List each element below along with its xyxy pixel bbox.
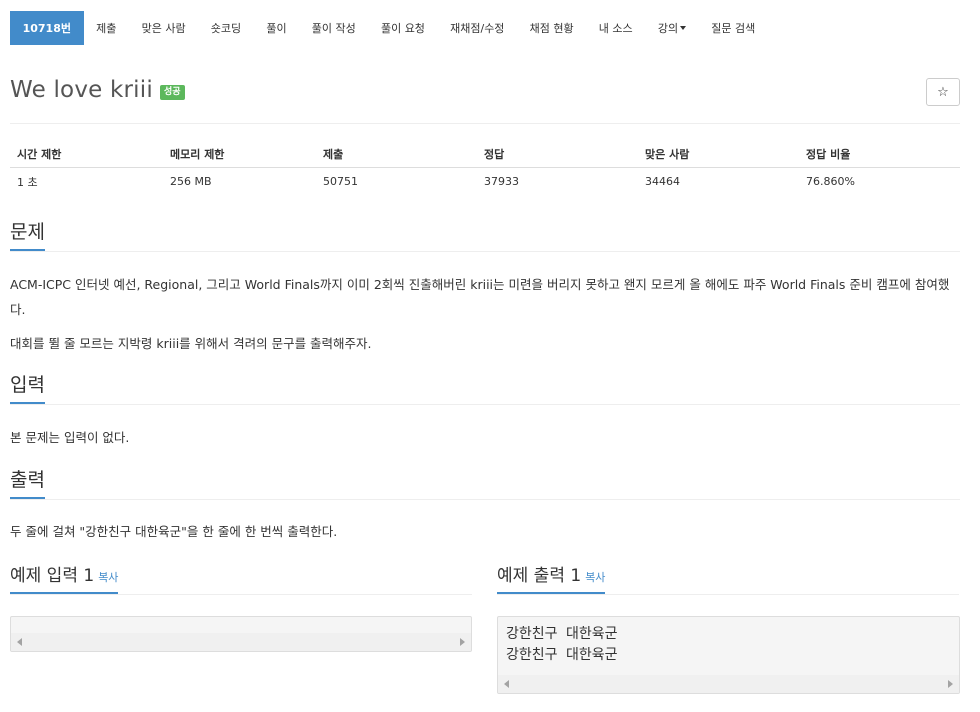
- section-input-header: 입력: [10, 374, 960, 405]
- copy-sample-input-link[interactable]: 복사: [98, 571, 118, 584]
- nav-tab-question-search-label: 질문 검색: [711, 22, 756, 35]
- title-divider: [10, 123, 960, 124]
- header-accepted: 정답: [477, 142, 638, 168]
- nav-tab-question-search[interactable]: 질문 검색: [699, 11, 768, 45]
- nav-tab-my-source-label: 내 소스: [598, 22, 633, 35]
- sample-input-title: 예제 입력 1 복사: [10, 566, 119, 595]
- cell-accepted-users: 34464: [645, 175, 680, 189]
- header-memory-limit: 메모리 제한: [163, 142, 316, 168]
- description-paragraph-1: ACM-ICPC 인터넷 예선, Regional, 그리고 World Fin…: [10, 277, 950, 317]
- nav-tab-lectures-dropdown[interactable]: 강의: [645, 11, 698, 45]
- sample-output-header: 예제 출력 1 복사: [497, 566, 959, 596]
- section-output-title: 출력: [10, 469, 45, 499]
- nav-tab-my-source[interactable]: 내 소스: [586, 11, 645, 45]
- nav-tab-accepted-users-label: 맞은 사람: [141, 22, 186, 35]
- scroll-right-arrow-icon[interactable]: [460, 638, 465, 646]
- nav-tab-problem-label: 10718번: [22, 22, 71, 35]
- sample-output-content: 강한친구 대한육군 강한친구 대한육군: [506, 626, 618, 663]
- scroll-right-arrow-icon[interactable]: [948, 680, 953, 688]
- nav-tab-solutions[interactable]: 풀이: [254, 11, 299, 45]
- sample-input-box[interactable]: [10, 616, 472, 652]
- section-input-title: 입력: [10, 374, 45, 404]
- section-divider: [497, 594, 959, 596]
- sample-output-box[interactable]: 강한친구 대한육군 강한친구 대한육군: [497, 616, 960, 694]
- problem-title-row: We love kriii 성공: [10, 77, 185, 103]
- section-divider: [10, 403, 960, 405]
- section-description-title: 문제: [10, 221, 45, 251]
- nav-tab-write-solution-label: 풀이 작성: [311, 22, 356, 35]
- nav-tab-rejudge-label: 재채점/수정: [450, 22, 505, 35]
- scroll-left-arrow-icon[interactable]: [17, 638, 22, 646]
- sample-input-header: 예제 입력 1 복사: [10, 566, 472, 596]
- cell-accepted: 37933: [484, 175, 519, 189]
- problem-nav: 10718번 제출 맞은 사람 숏코딩 풀이 풀이 작성 풀이 요청 재채점/수…: [10, 11, 768, 45]
- nav-tab-short-coding[interactable]: 숏코딩: [198, 11, 254, 45]
- nav-tab-submit[interactable]: 제출: [84, 11, 129, 45]
- section-divider: [10, 498, 960, 500]
- nav-tab-rejudge[interactable]: 재채점/수정: [438, 11, 518, 45]
- nav-tab-solutions-label: 풀이: [266, 22, 287, 35]
- input-description: 본 문제는 입력이 없다.: [10, 430, 130, 445]
- nav-tab-write-solution[interactable]: 풀이 작성: [299, 11, 368, 45]
- nav-tab-request-solution[interactable]: 풀이 요청: [368, 11, 437, 45]
- favorite-button[interactable]: ☆: [926, 78, 960, 106]
- cell-memory-limit: 256 MB: [170, 175, 212, 189]
- nav-tab-problem[interactable]: 10718번: [10, 11, 84, 45]
- header-accepted-users: 맞은 사람: [638, 142, 799, 168]
- section-divider: [10, 250, 960, 252]
- section-divider: [10, 594, 472, 596]
- status-badge: 성공: [159, 85, 185, 100]
- cell-accept-ratio: 76.860%: [806, 175, 855, 189]
- star-outline-icon: ☆: [937, 84, 949, 100]
- sample-input-content: [11, 617, 471, 624]
- header-submissions: 제출: [316, 142, 477, 168]
- header-time-limit: 시간 제한: [10, 142, 163, 168]
- table-header-row: 시간 제한 메모리 제한 제출 정답 맞은 사람 정답 비율: [10, 142, 960, 168]
- horizontal-scrollbar[interactable]: [498, 675, 959, 693]
- description-paragraph-2: 대회를 뛸 줄 모르는 지박령 kriii를 위해서 격려의 문구를 출력해주자…: [10, 336, 372, 351]
- nav-tab-status-label: 채점 현황: [529, 22, 574, 35]
- cell-time-limit: 1 초: [17, 175, 38, 189]
- nav-tab-lectures-label: 강의: [657, 22, 679, 35]
- nav-tab-submit-label: 제출: [96, 22, 117, 35]
- caret-down-icon: [680, 26, 687, 30]
- header-accept-ratio: 정답 비율: [799, 142, 960, 168]
- sample-output-title-text: 예제 출력 1: [497, 566, 582, 586]
- nav-tab-status[interactable]: 채점 현황: [517, 11, 586, 45]
- problem-title: We love kriii: [10, 77, 153, 103]
- sample-input-title-text: 예제 입력 1: [10, 566, 95, 586]
- copy-sample-output-link[interactable]: 복사: [585, 571, 605, 584]
- nav-tab-short-coding-label: 숏코딩: [210, 22, 242, 35]
- section-output-header: 출력: [10, 469, 960, 500]
- nav-tab-request-solution-label: 풀이 요청: [380, 22, 425, 35]
- scroll-left-arrow-icon[interactable]: [504, 680, 509, 688]
- cell-submissions: 50751: [323, 175, 358, 189]
- sample-output-title: 예제 출력 1 복사: [497, 566, 606, 595]
- problem-info-table: 시간 제한 메모리 제한 제출 정답 맞은 사람 정답 비율 1 초 256 M…: [10, 142, 960, 196]
- nav-tab-accepted-users[interactable]: 맞은 사람: [129, 11, 198, 45]
- table-row: 1 초 256 MB 50751 37933 34464 76.860%: [10, 167, 960, 196]
- section-description-header: 문제: [10, 221, 960, 252]
- output-description: 두 줄에 걸쳐 "강한친구 대한육군"을 한 줄에 한 번씩 출력한다.: [10, 524, 338, 539]
- horizontal-scrollbar[interactable]: [11, 633, 471, 651]
